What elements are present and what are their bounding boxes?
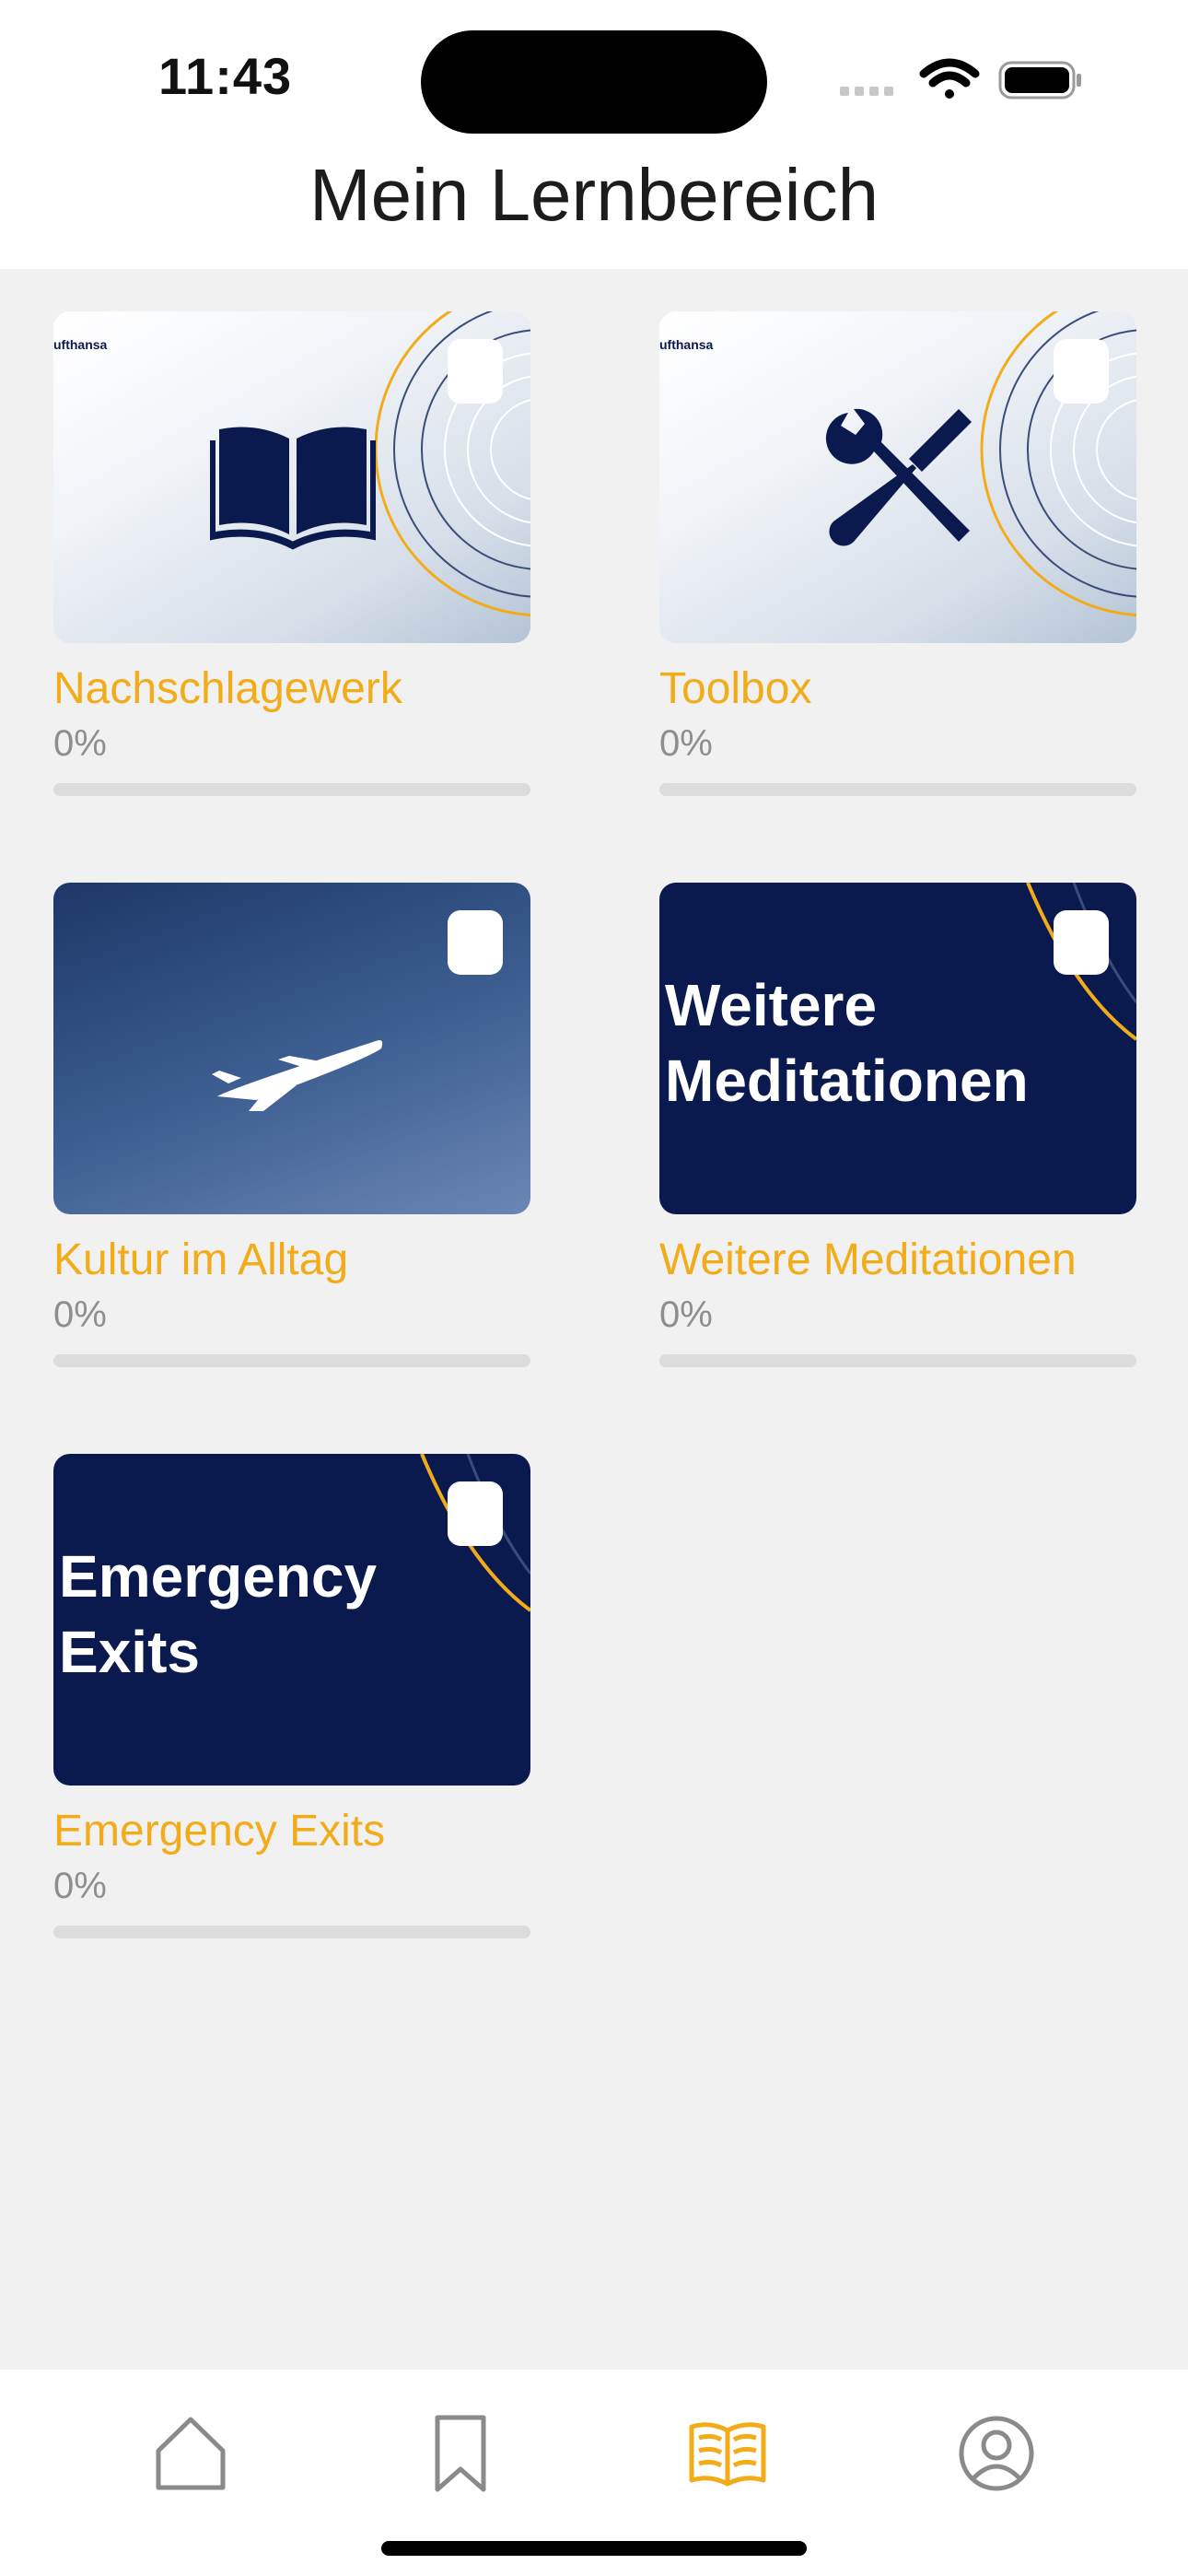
select-checkbox[interactable]: [1054, 339, 1109, 404]
profile-icon[interactable]: [955, 2412, 1038, 2495]
progress-bar: [53, 783, 530, 796]
battery-icon: [998, 61, 1081, 100]
thumbnail-text-line: Meditationen: [665, 1048, 1029, 1114]
course-title[interactable]: Toolbox: [659, 663, 1136, 714]
book-icon: [210, 427, 376, 550]
course-progress-label: 0%: [659, 723, 713, 764]
bookmark-icon[interactable]: [419, 2412, 502, 2495]
tools-icon: [825, 408, 972, 546]
wifi-icon: [919, 58, 980, 99]
select-checkbox[interactable]: [448, 339, 503, 404]
course-title[interactable]: Nachschlagewerk: [53, 663, 530, 714]
status-time: 11:43: [158, 47, 293, 105]
course-title[interactable]: Kultur im Alltag: [53, 1235, 530, 1285]
progress-bar: [659, 1354, 1136, 1367]
course-thumbnail[interactable]: ufthansa: [659, 311, 1136, 643]
course-thumbnail[interactable]: ufthansa: [53, 311, 530, 643]
thumbnail-text-line: Emergency: [59, 1543, 378, 1610]
select-checkbox[interactable]: [1054, 910, 1109, 975]
dynamic-island: [421, 30, 767, 134]
course-card-emergency-exits[interactable]: Emergency Exits Emergency Exits 0%: [53, 1454, 530, 1938]
course-card-nachschlagewerk[interactable]: ufthansa Nachschlagewerk 0%: [53, 311, 530, 796]
course-card-weitere-meditationen[interactable]: Weitere Meditationen Weitere Meditatione…: [659, 883, 1136, 1367]
course-card-toolbox[interactable]: ufthansa Toolbox 0%: [659, 311, 1136, 796]
signal-icon: [840, 87, 893, 96]
course-progress-label: 0%: [659, 1294, 713, 1335]
course-title[interactable]: Emergency Exits: [53, 1806, 530, 1856]
progress-bar: [53, 1354, 530, 1367]
course-thumbnail[interactable]: Weitere Meditationen: [659, 883, 1136, 1214]
course-progress-label: 0%: [53, 1866, 107, 1906]
header-area: 11:43 Mein Lernbereich: [0, 0, 1188, 269]
course-progress-label: 0%: [53, 723, 107, 764]
open-book-icon[interactable]: [686, 2412, 769, 2495]
progress-bar: [53, 1926, 530, 1938]
airplane-icon: [212, 1040, 383, 1111]
home-icon[interactable]: [149, 2412, 232, 2495]
thumbnail-text-line: Weitere: [665, 972, 878, 1038]
course-thumbnail[interactable]: [53, 883, 530, 1214]
thumbnail-text: Emergency Exits: [59, 1539, 377, 1690]
home-indicator: [381, 2541, 807, 2556]
thumbnail-text: Weitere Meditationen: [665, 967, 1029, 1118]
select-checkbox[interactable]: [448, 910, 503, 975]
select-checkbox[interactable]: [448, 1481, 503, 1546]
course-card-kultur-im-alltag[interactable]: Kultur im Alltag 0%: [53, 883, 530, 1367]
thumbnail-text-line: Exits: [59, 1619, 200, 1685]
page-title: Mein Lernbereich: [309, 154, 879, 236]
course-progress-label: 0%: [53, 1294, 107, 1335]
course-title[interactable]: Weitere Meditationen: [659, 1235, 1136, 1285]
course-thumbnail[interactable]: Emergency Exits: [53, 1454, 530, 1786]
status-icons: [840, 58, 1081, 100]
progress-bar: [659, 783, 1136, 796]
